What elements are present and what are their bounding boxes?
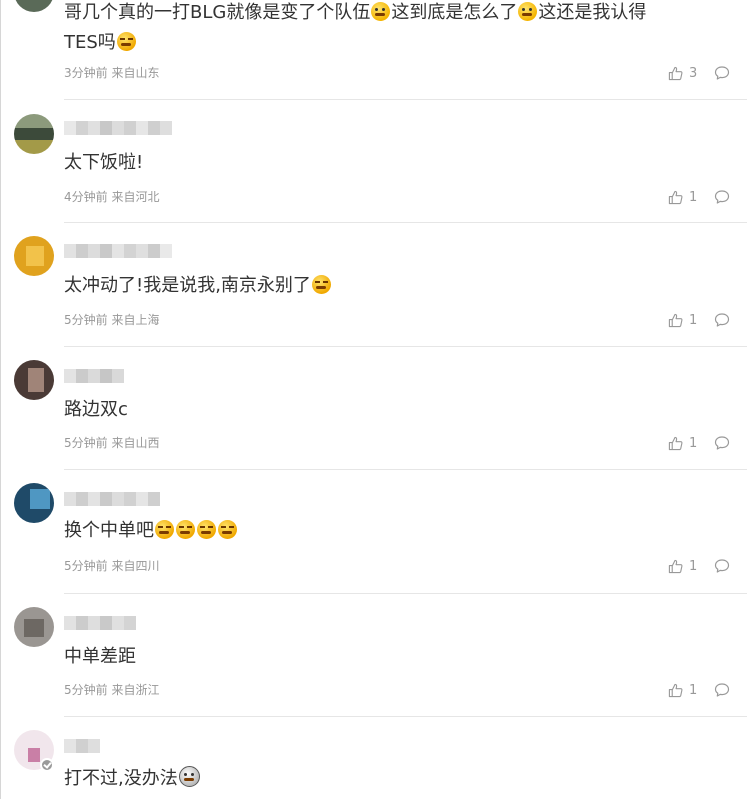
thumbs-up-icon	[668, 683, 683, 697]
thumbs-up-icon	[668, 559, 683, 573]
comment-bubble-icon	[714, 190, 730, 204]
like-button[interactable]: 1	[668, 312, 697, 328]
comment-text: 哥几个真的一打BLG就像是变了个队伍 这到底是怎么了 这还是我认得 TES吗	[64, 2, 647, 53]
comment-bubble-icon	[714, 66, 730, 80]
like-count: 1	[689, 435, 698, 451]
comment-time: 5分钟前	[64, 436, 108, 450]
like-button[interactable]: 1	[668, 435, 697, 451]
avatar[interactable]	[14, 607, 54, 647]
thumbs-up-icon	[668, 190, 683, 204]
divider	[64, 99, 747, 100]
laughing-emoji-icon	[176, 520, 195, 539]
comment-meta: 3分钟前 来自山东	[64, 66, 159, 80]
comment-bubble-icon	[714, 559, 730, 573]
like-count: 1	[689, 312, 698, 328]
comment-text: 中单差距	[64, 646, 136, 667]
crying-emoji-icon	[116, 32, 136, 51]
comment-text: 太冲动了!我是说我,南京永别了	[64, 271, 332, 301]
comment-text: 打不过,没办法	[64, 764, 201, 794]
divider	[64, 346, 747, 347]
comment-time: 5分钟前	[64, 313, 108, 327]
reply-button[interactable]	[714, 435, 730, 451]
comment-location: 来自上海	[111, 313, 160, 327]
laughing-emoji-icon	[218, 520, 237, 539]
avatar[interactable]	[14, 0, 54, 12]
comment-bubble-icon	[714, 313, 730, 327]
comment-location: 来自浙江	[111, 683, 160, 697]
comment-meta: 5分钟前 来自山西	[64, 436, 159, 450]
embarrassed-emoji-icon	[518, 2, 538, 21]
like-count: 1	[689, 558, 698, 574]
avatar[interactable]	[14, 114, 54, 154]
laughing-emoji-icon	[311, 275, 331, 294]
comment-bubble-icon	[714, 683, 730, 697]
username-blurred[interactable]	[64, 369, 124, 383]
like-count: 3	[689, 65, 698, 81]
reply-button[interactable]	[714, 682, 730, 698]
divider	[64, 716, 747, 717]
thumbs-up-icon	[668, 436, 683, 450]
username-blurred[interactable]	[64, 616, 136, 630]
avatar[interactable]	[14, 236, 54, 276]
username-blurred[interactable]	[64, 121, 172, 135]
comment-time: 4分钟前	[64, 190, 108, 204]
comment-bubble-icon	[714, 436, 730, 450]
like-button[interactable]: 1	[668, 189, 697, 205]
comment-location: 来自山西	[111, 436, 160, 450]
divider	[64, 222, 747, 223]
avatar[interactable]	[14, 360, 54, 400]
avatar[interactable]	[14, 483, 54, 523]
embarrassed-emoji-icon	[371, 2, 391, 21]
username-blurred[interactable]	[64, 492, 160, 506]
like-button[interactable]: 3	[668, 65, 697, 81]
left-border	[0, 0, 1, 799]
reply-button[interactable]	[714, 189, 730, 205]
reply-button[interactable]	[714, 312, 730, 328]
like-button[interactable]: 1	[668, 558, 697, 574]
comment-time: 5分钟前	[64, 683, 108, 697]
like-button[interactable]: 1	[668, 682, 697, 698]
thumbs-up-icon	[668, 313, 683, 327]
comment-meta: 5分钟前 来自浙江	[64, 683, 159, 697]
username-blurred[interactable]	[64, 739, 100, 753]
like-count: 1	[689, 682, 698, 698]
comment-text: 路边双c	[64, 399, 128, 420]
comment-text: 太下饭啦!	[64, 152, 144, 173]
comment-meta: 4分钟前 来自河北	[64, 190, 159, 204]
thumbs-up-icon	[668, 66, 683, 80]
like-count: 1	[689, 189, 698, 205]
comment-meta: 5分钟前 来自上海	[64, 313, 159, 327]
verified-badge-icon	[40, 758, 54, 772]
laughing-emoji-icon	[197, 520, 216, 539]
comment-location: 来自山东	[111, 66, 160, 80]
comment-text: 换个中单吧	[64, 516, 238, 546]
comment-meta: 5分钟前 来自四川	[64, 559, 159, 573]
awkward-emoji-icon	[178, 766, 200, 787]
divider	[64, 593, 747, 594]
comment-time: 5分钟前	[64, 559, 108, 573]
comment-time: 3分钟前	[64, 66, 108, 80]
laughing-emoji-icon	[155, 520, 174, 539]
username-blurred[interactable]	[64, 244, 172, 258]
divider	[64, 469, 747, 470]
reply-button[interactable]	[714, 65, 730, 81]
comment-location: 来自河北	[111, 190, 160, 204]
reply-button[interactable]	[714, 558, 730, 574]
comment-location: 来自四川	[111, 559, 160, 573]
